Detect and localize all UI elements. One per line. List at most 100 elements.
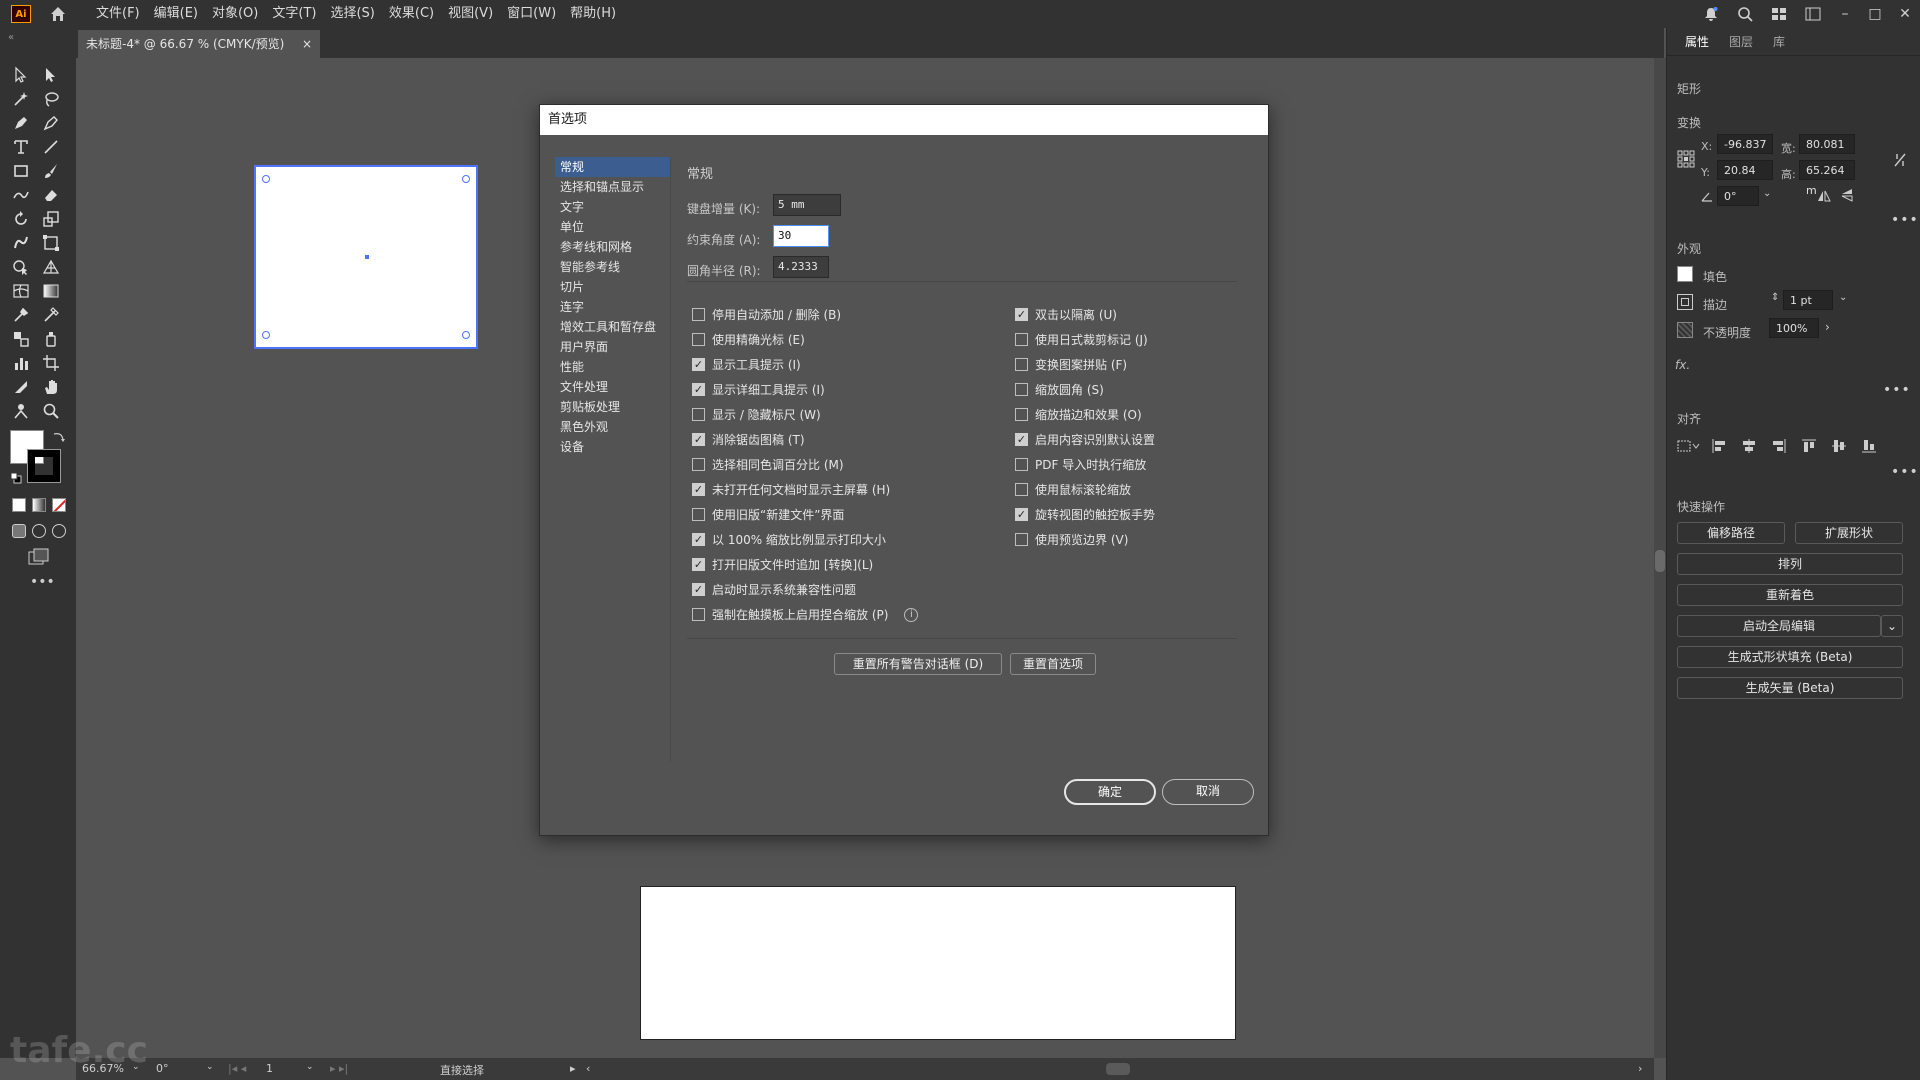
play-icon[interactable]: ▸ [570,1062,576,1075]
nav-selection-anchor[interactable]: 选择和锚点显示 [555,177,670,197]
menu-edit[interactable]: 编辑(E) [147,0,205,28]
rectangle-tool-icon[interactable] [10,160,32,182]
maximize-icon[interactable]: □ [1860,6,1890,22]
default-colors-icon[interactable] [10,472,22,484]
nav-user-interface[interactable]: 用户界面 [555,337,670,357]
checkbox-option[interactable]: PDF 导入时执行缩放 [1015,452,1255,477]
nav-slices[interactable]: 切片 [555,277,670,297]
opacity-field[interactable]: 100% [1769,318,1819,338]
panel-layout-icon[interactable] [1805,6,1821,22]
constrain-proportions-icon[interactable] [1893,152,1907,168]
checkbox-option[interactable]: 使用精确光标 (E) [692,327,1002,352]
checkbox[interactable] [692,408,705,421]
checkbox[interactable] [1015,333,1028,346]
curvature-tool-icon[interactable] [40,112,62,134]
tab-layers[interactable]: 图层 [1719,33,1763,50]
checkbox-option[interactable]: 使用鼠标滚轮缩放 [1015,477,1255,502]
mesh-tool-icon[interactable] [10,280,32,302]
checkbox[interactable] [1015,383,1028,396]
menu-select[interactable]: 选择(S) [323,0,381,28]
nav-hyphenation[interactable]: 连字 [555,297,670,317]
scroll-left-icon[interactable]: ‹ [586,1062,590,1075]
document-tab[interactable]: 未标题-4* @ 66.67 % (CMYK/预览) × [78,30,320,58]
workspace-icon[interactable] [1771,6,1787,22]
artboard-number[interactable]: 1 [266,1062,273,1075]
rotate-tool-icon[interactable] [10,208,32,230]
paintbrush-tool-icon[interactable] [40,160,62,182]
checkbox[interactable] [692,608,705,621]
checkbox[interactable]: ✓ [692,433,705,446]
none-mode-icon[interactable] [52,498,66,512]
menu-view[interactable]: 视图(V) [441,0,500,28]
reference-point-icon[interactable] [1677,150,1695,168]
chevron-down-icon[interactable]: ⌄ [1763,188,1771,199]
more-options-icon[interactable]: ••• [1883,382,1911,398]
recolor-button[interactable]: 重新着色 [1677,584,1903,606]
chevron-down-icon[interactable]: ⌄ [206,1062,214,1072]
keyboard-increment-field[interactable]: 5 mm [773,194,841,216]
eyedropper-tool-icon[interactable] [10,304,32,326]
reset-warnings-button[interactable]: 重置所有警告对话框 (D) [834,653,1002,675]
more-options-icon[interactable]: ••• [1891,464,1919,480]
artboard-tool-icon[interactable] [40,352,62,374]
checkbox[interactable]: ✓ [692,358,705,371]
checkbox[interactable] [1015,483,1028,496]
checkbox-option[interactable]: ✓ 以 100% 缩放比例显示打印大小 [692,527,1002,552]
checkbox[interactable] [692,308,705,321]
checkbox-option[interactable]: ✓ 消除锯齿图稿 (T) [692,427,1002,452]
checkbox-option[interactable]: ✓ 启动时显示系统兼容性问题 [692,577,1002,602]
tab-properties[interactable]: 属性 [1675,33,1719,50]
checkbox-option[interactable]: ✓ 双击以隔离 (U) [1015,302,1255,327]
nav-units[interactable]: 单位 [555,217,670,237]
hand-tool-icon[interactable] [40,376,62,398]
checkbox-option[interactable]: 使用日式裁剪标记 (J) [1015,327,1255,352]
align-to-icon[interactable] [1677,438,1701,454]
info-icon[interactable]: i [904,607,919,622]
direct-selection-tool-icon[interactable] [40,64,62,86]
scroll-right-icon[interactable]: › [1638,1062,1642,1075]
arrange-button[interactable]: 排列 [1677,553,1903,575]
checkbox[interactable] [1015,533,1028,546]
constrain-angle-field[interactable]: 30 [773,225,829,247]
screen-mode-icon[interactable] [28,548,50,566]
nav-guides-grid[interactable]: 参考线和网格 [555,237,670,257]
checkbox-option[interactable]: 缩放描边和效果 (O) [1015,402,1255,427]
reset-preferences-button[interactable]: 重置首选项 [1010,653,1096,675]
blend-tool-icon[interactable] [10,328,32,350]
expand-shape-button[interactable]: 扩展形状 [1795,522,1903,544]
stroke-weight-field[interactable]: 1 pt [1783,290,1833,310]
lasso-tool-icon[interactable] [40,88,62,110]
height-field[interactable]: 65.264 m [1799,160,1855,197]
checkbox-option[interactable]: 强制在触摸板上启用捏合缩放 (P) i [692,602,1002,627]
cancel-button[interactable]: 取消 [1162,779,1254,805]
stepper-arrows-icon[interactable]: ⇕ [1771,292,1779,303]
chevron-down-icon[interactable]: ⌄ [1881,615,1903,637]
horizontal-scroll-thumb[interactable] [1106,1063,1130,1075]
slice-tool-icon[interactable] [10,376,32,398]
generative-fill-button[interactable]: 生成式形状填充 (Beta) [1677,646,1903,668]
checkbox[interactable] [692,333,705,346]
checkbox[interactable] [1015,458,1028,471]
menu-type[interactable]: 文字(T) [265,0,323,28]
menu-file[interactable]: 文件(F) [89,0,147,28]
checkbox[interactable] [1015,358,1028,371]
align-left-icon[interactable] [1711,438,1727,454]
draw-normal-icon[interactable] [12,524,26,538]
shape-builder-tool-icon[interactable] [10,256,32,278]
ok-button[interactable]: 确定 [1064,779,1156,805]
width-field[interactable]: 80.081 m [1799,134,1855,171]
scrollbar-thumb[interactable] [1655,550,1665,572]
checkbox-option[interactable]: ✓ 打开旧版文件时追加 [转换](L) [692,552,1002,577]
selection-tool-icon[interactable] [10,64,32,86]
nav-file-handling[interactable]: 文件处理 [555,377,670,397]
chevron-down-icon[interactable]: ⌄ [1839,292,1847,303]
checkbox[interactable] [692,508,705,521]
checkbox-option[interactable]: 缩放圆角 (S) [1015,377,1255,402]
flip-horizontal-icon[interactable] [1817,190,1831,202]
rotation-value[interactable]: 0° [156,1062,169,1075]
anchor-handle[interactable] [262,331,270,339]
checkbox-option[interactable]: 变换图案拼贴 (F) [1015,352,1255,377]
align-top-icon[interactable] [1801,438,1817,454]
selected-rectangle[interactable] [254,165,478,349]
checkbox[interactable]: ✓ [692,383,705,396]
